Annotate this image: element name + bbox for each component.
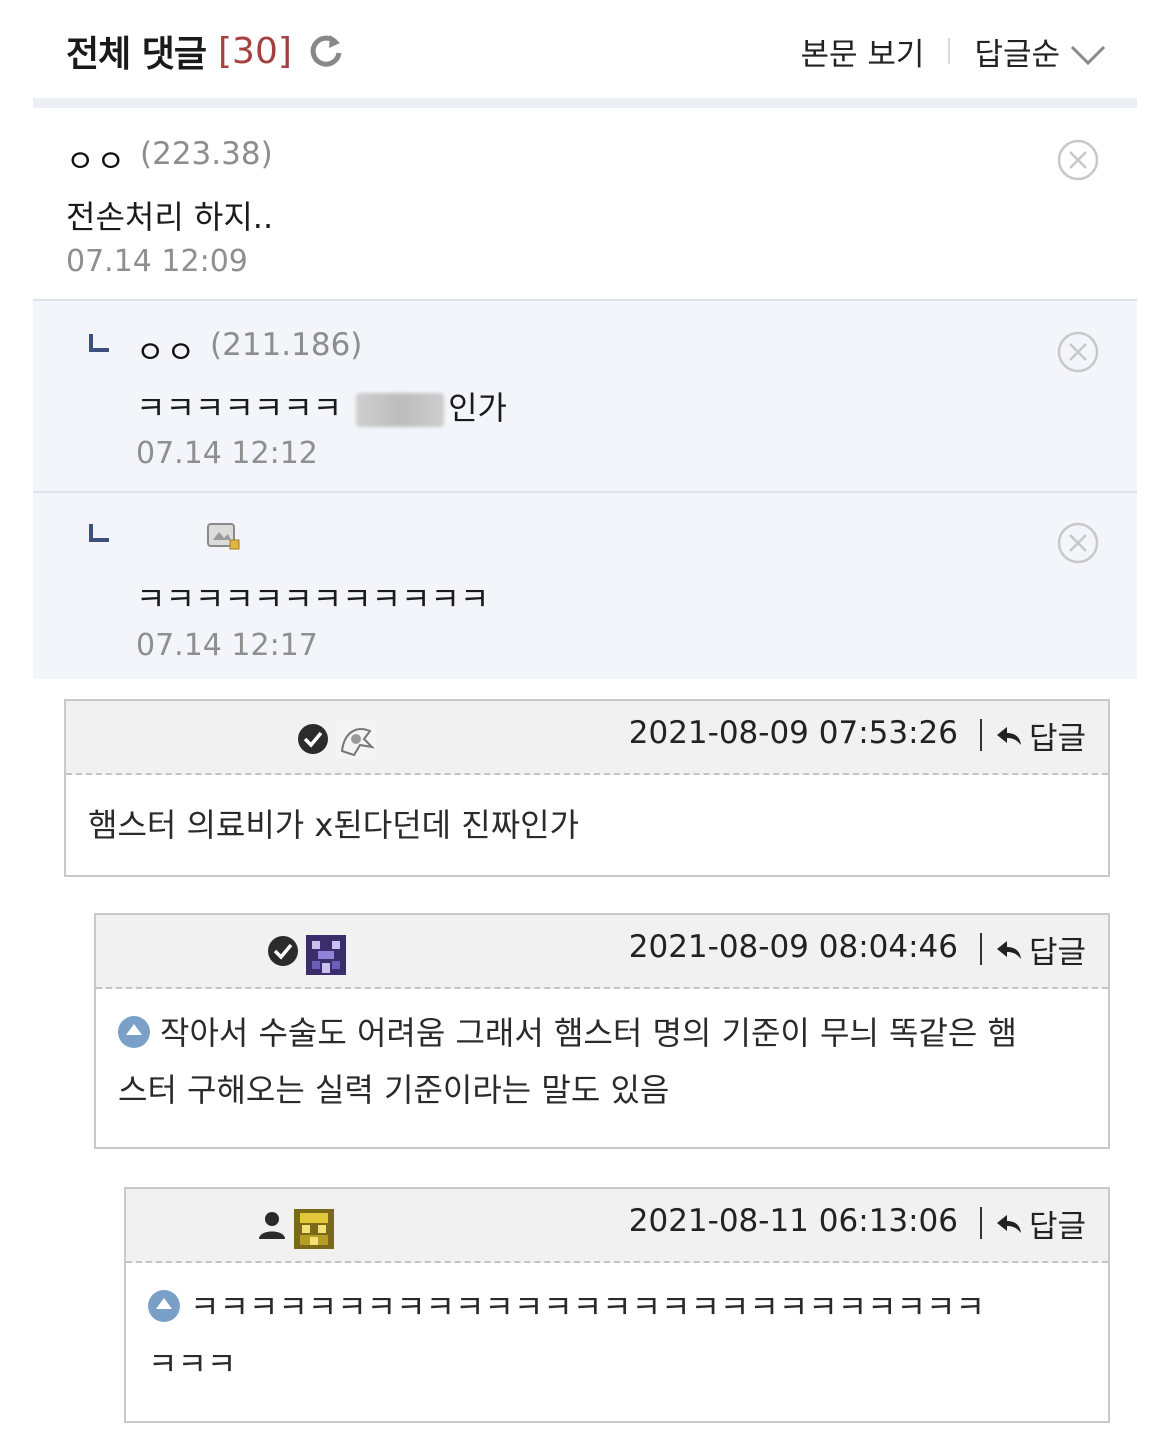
thread-comment-header: 2021-08-11 06:13:06 답글 — [126, 1189, 1108, 1263]
header-divider — [980, 1207, 982, 1239]
thread-comment-header: 2021-08-09 07:53:26 답글 — [66, 701, 1108, 775]
verified-icon — [267, 935, 299, 971]
refresh-icon[interactable] — [306, 31, 346, 71]
reply-label: 답글 — [1028, 1209, 1086, 1245]
avatar[interactable] — [304, 933, 348, 981]
reply-icon — [996, 940, 1021, 959]
comment-text: ㅋㅋㅋㅋㅋㅋㅋ 인가 — [136, 383, 507, 429]
thread-comment-text: 햄스터 의료비가 x된다던데 진짜인가 — [88, 806, 580, 844]
avatar[interactable] — [292, 1207, 336, 1255]
comment-date: 2021-08-11 06:13:06 — [628, 1203, 958, 1239]
comment-author[interactable]: ㅇㅇ — [66, 136, 127, 181]
comment-ip: (211.186) — [210, 327, 363, 363]
delete-icon[interactable] — [1056, 521, 1100, 565]
comment-date: 2021-08-09 07:53:26 — [628, 715, 958, 751]
reply-icon — [996, 726, 1021, 745]
comments-count: [30] — [218, 30, 292, 72]
reply-button[interactable]: 답글 — [995, 927, 1086, 972]
avatar[interactable] — [334, 717, 378, 765]
header-divider — [948, 38, 951, 64]
sort-dropdown[interactable]: 답글순 — [974, 29, 1060, 74]
thread-comment-line: 작아서 수술도 어려움 그래서 햄스터 명의 기준이 무늬 똑같은 햄 — [160, 1014, 1017, 1052]
comments-header: 전체 댓글 [30] 본문 보기 답글순 — [66, 26, 1106, 76]
comment-text: ㅋㅋㅋㅋㅋㅋㅋㅋㅋㅋㅋㅋ — [136, 580, 490, 618]
image-comment-icon — [206, 520, 242, 556]
reply-button[interactable]: 답글 — [995, 713, 1086, 758]
comment-date: 07.14 12:09 — [66, 244, 248, 279]
thread-comment-text: 작아서 수술도 어려움 그래서 햄스터 명의 기준이 무늬 똑같은 햄 스터 구… — [96, 989, 1108, 1119]
user-icon — [256, 1209, 288, 1245]
thread-comment-line: ㅋㅋㅋ — [148, 1345, 237, 1383]
verified-icon — [297, 723, 329, 759]
reply-icon — [996, 1214, 1021, 1233]
thread-comment: 2021-08-09 08:04:46 답글 작아서 수술도 어려움 그래서 햄… — [94, 913, 1110, 1149]
comment-author[interactable]: ㅇㅇ — [136, 327, 197, 372]
comment-ip: (223.38) — [140, 136, 273, 172]
header-divider — [980, 719, 982, 751]
comments-title: 전체 댓글 — [66, 34, 207, 75]
reply-button[interactable]: 답글 — [995, 1201, 1086, 1246]
reply-up-icon — [118, 1016, 150, 1048]
header-divider-bar — [33, 98, 1137, 108]
blurred-text — [356, 393, 445, 427]
comment-text-part: 인가 — [448, 389, 507, 427]
comment-date: 07.14 12:17 — [136, 628, 318, 663]
comment-date: 2021-08-09 08:04:46 — [628, 929, 958, 965]
reply-up-icon — [148, 1290, 180, 1322]
thread-comment-text: ㅋㅋㅋㅋㅋㅋㅋㅋㅋㅋㅋㅋㅋㅋㅋㅋㅋㅋㅋㅋㅋㅋㅋㅋㅋㅋㅋ ㅋㅋㅋ — [126, 1263, 1108, 1393]
comment-text: 전손처리 하지.. — [66, 198, 274, 236]
thread-comment-line: 스터 구해오는 실력 기준이라는 말도 있음 — [118, 1071, 670, 1109]
delete-icon[interactable] — [1056, 330, 1100, 374]
reply-label: 답글 — [1028, 721, 1086, 757]
view-post-link[interactable]: 본문 보기 — [801, 29, 925, 74]
thread-comment-line: ㅋㅋㅋㅋㅋㅋㅋㅋㅋㅋㅋㅋㅋㅋㅋㅋㅋㅋㅋㅋㅋㅋㅋㅋㅋㅋㅋ — [190, 1288, 985, 1326]
reply-label: 답글 — [1028, 935, 1086, 971]
thread-comment: 2021-08-11 06:13:06 답글 ㅋㅋㅋㅋㅋㅋㅋㅋㅋㅋㅋㅋㅋㅋㅋㅋㅋ… — [124, 1187, 1110, 1423]
thread-comment-header: 2021-08-09 08:04:46 답글 — [96, 915, 1108, 989]
reply-arrow-icon — [88, 333, 110, 353]
header-divider — [980, 933, 982, 965]
comment-text-part: ㅋㅋㅋㅋㅋㅋㅋ — [136, 389, 343, 427]
comment-date: 07.14 12:12 — [136, 436, 318, 471]
delete-icon[interactable] — [1056, 138, 1100, 182]
thread-comment: 2021-08-09 07:53:26 답글 햄스터 의료비가 x된다던데 진짜… — [64, 699, 1110, 877]
reply-arrow-icon — [88, 523, 110, 543]
chevron-down-icon[interactable] — [1070, 39, 1106, 66]
